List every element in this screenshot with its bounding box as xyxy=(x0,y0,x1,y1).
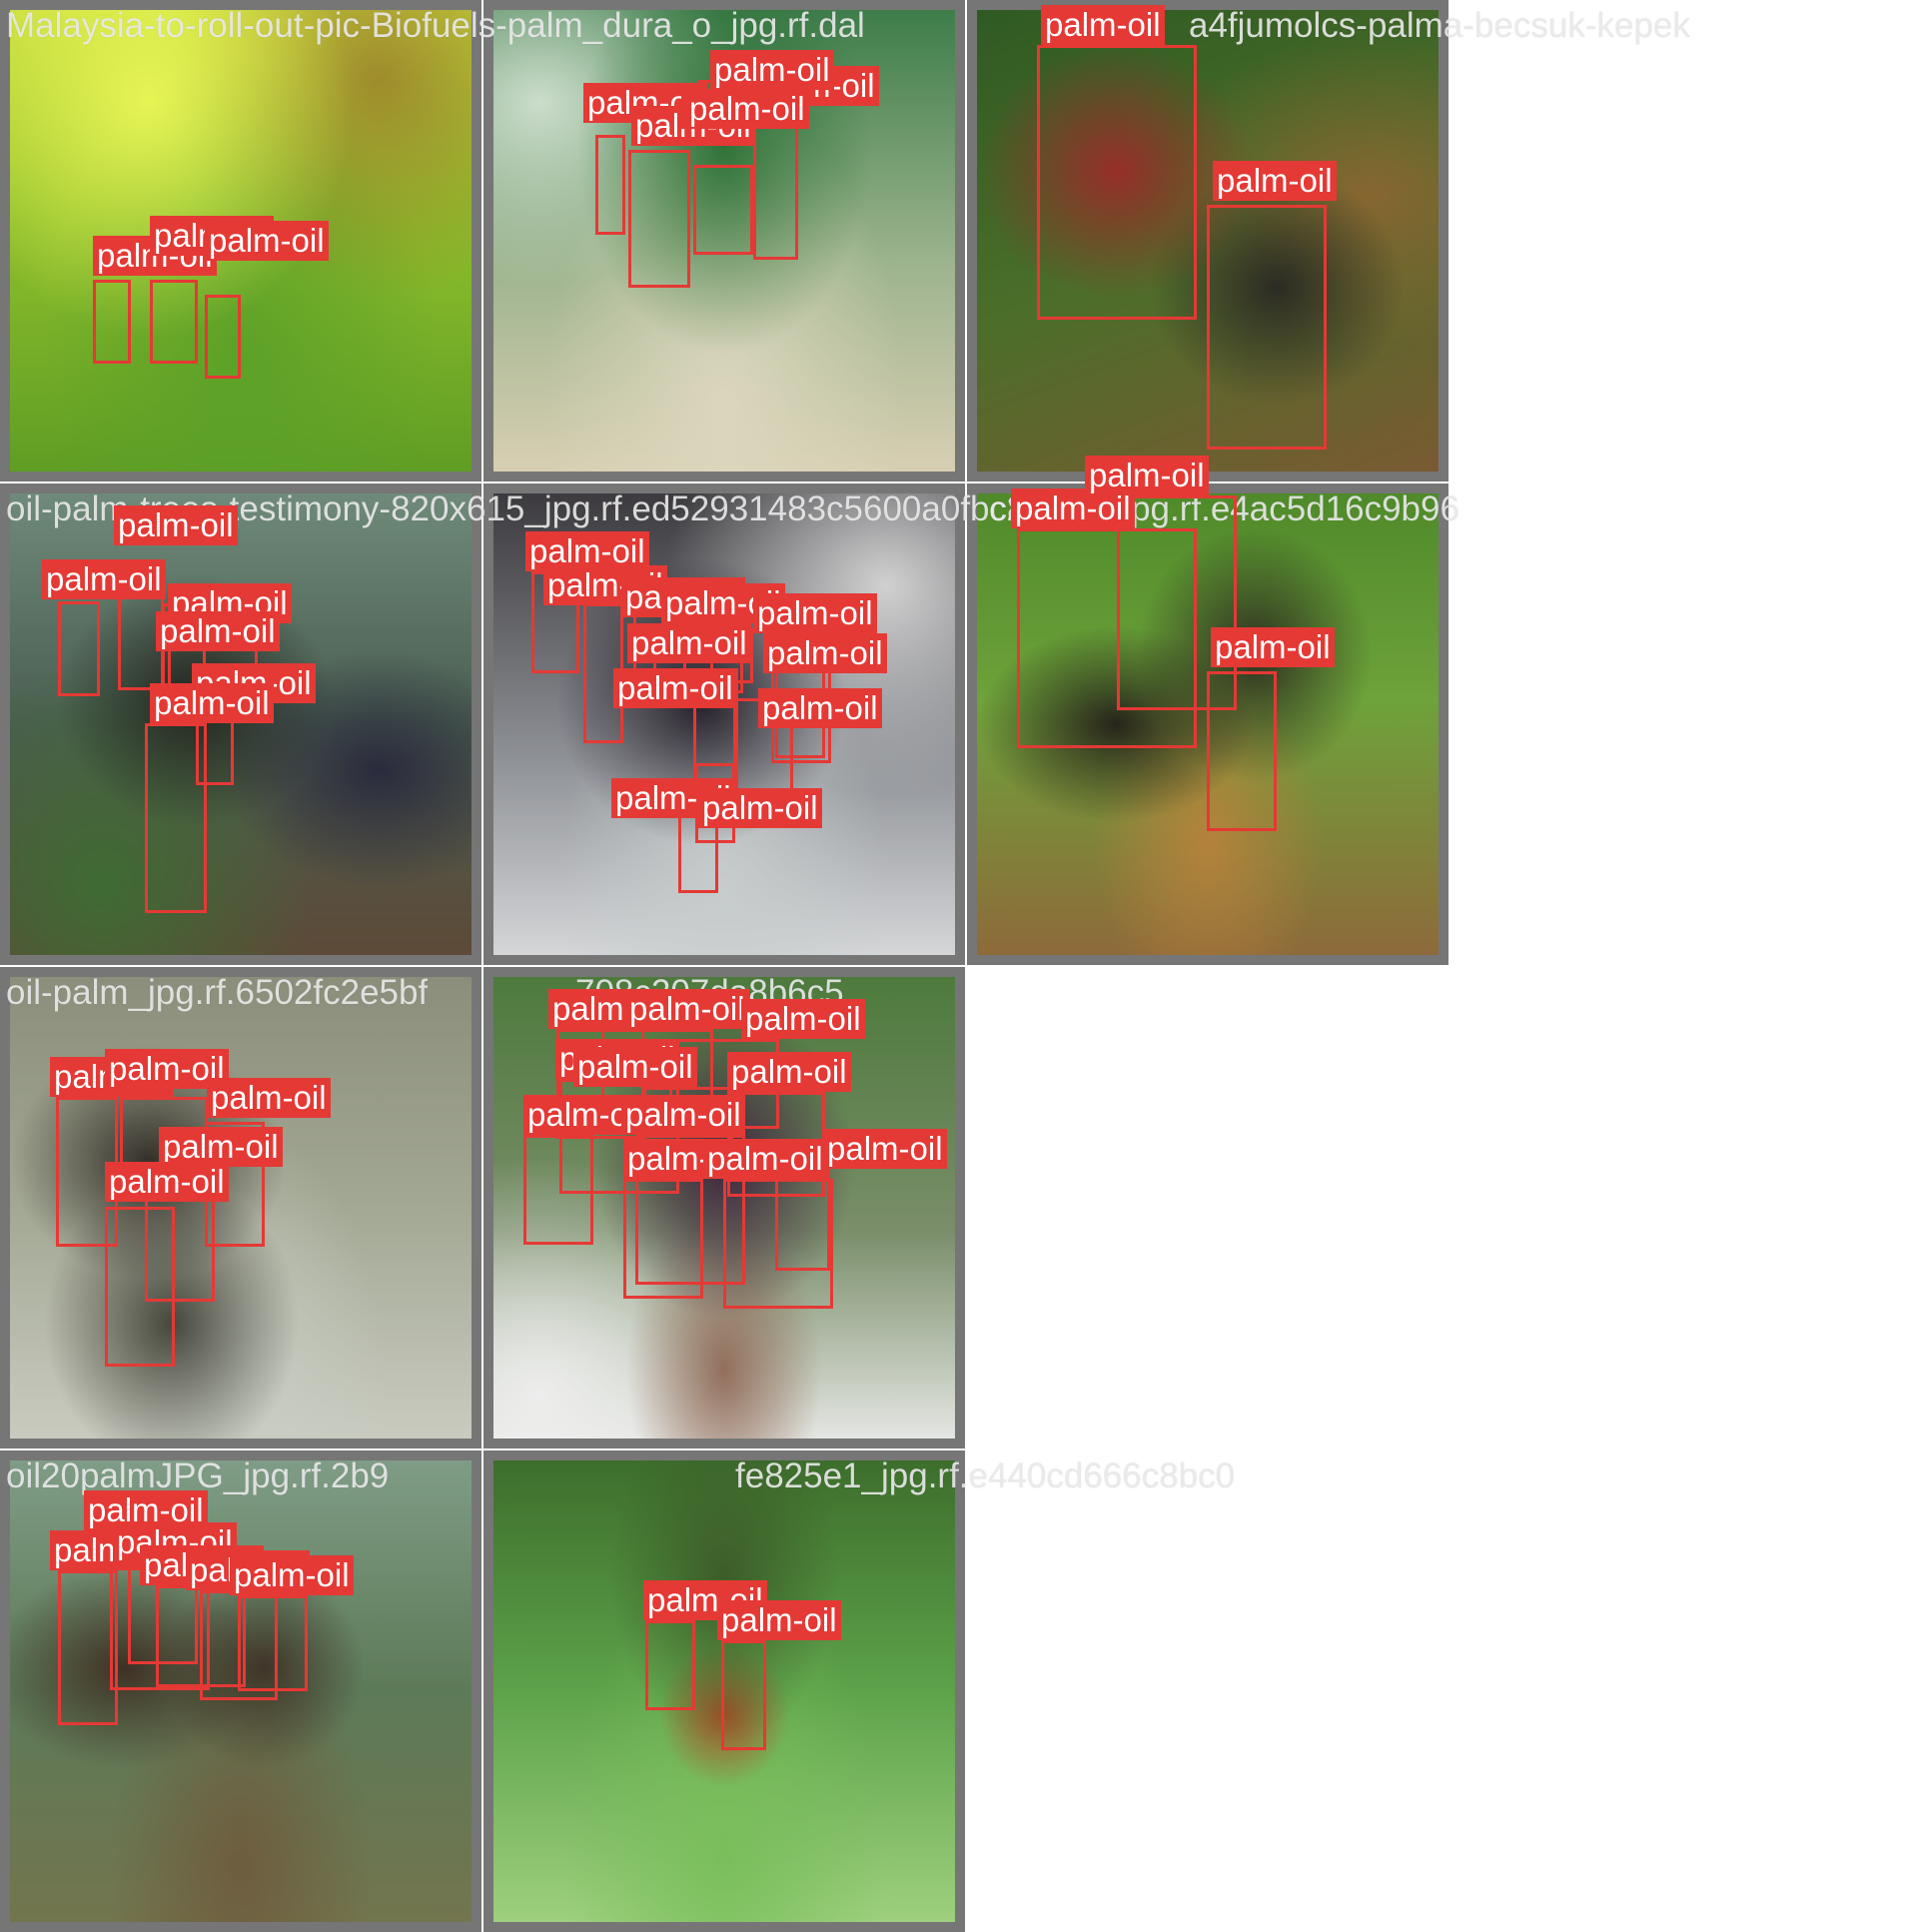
detection-box xyxy=(145,723,207,913)
detection-label: palm-oil xyxy=(758,688,882,728)
detection-label: palm-oil xyxy=(703,1139,827,1179)
detection-box xyxy=(205,295,241,379)
detection-label: palm-oil xyxy=(710,50,834,90)
detection-label: palm-oil xyxy=(625,989,749,1029)
detection-label: palm-oil xyxy=(621,1095,745,1135)
detection-box xyxy=(645,1620,695,1710)
detection-box xyxy=(150,280,198,364)
detection-label: palm-oil xyxy=(1085,456,1209,495)
detection-box xyxy=(523,1135,593,1245)
detection-label: palm-oil xyxy=(230,1555,354,1595)
detection-box xyxy=(58,1570,118,1725)
detection-label: palm-oil xyxy=(207,1078,331,1118)
detection-label: palm-oil xyxy=(727,1052,851,1092)
detection-box xyxy=(238,1595,308,1691)
detection-label: palm-oil xyxy=(613,668,737,708)
detection-label: palm-oil xyxy=(823,1129,947,1169)
detection-box xyxy=(753,120,798,260)
detection-label: palm-oil xyxy=(150,683,274,723)
detection-label: palm-oil xyxy=(685,89,809,129)
detection-label: palm-oil xyxy=(763,633,887,673)
detection-label: palm-oil xyxy=(741,999,865,1039)
detection-label: palm-oil xyxy=(573,1047,697,1087)
detection-box xyxy=(1207,671,1277,831)
detection-box xyxy=(723,1179,833,1309)
detection-box xyxy=(628,150,690,288)
detection-label: palm-oil xyxy=(717,1600,841,1640)
detection-label: palm-oil xyxy=(156,611,280,651)
detection-box xyxy=(693,165,753,255)
detection-label: palm-oil xyxy=(105,1162,229,1202)
detection-box xyxy=(623,1179,703,1299)
detection-box xyxy=(93,280,131,364)
detection-label: palm-oil xyxy=(205,221,329,261)
detection-label: palm-oil xyxy=(159,1127,283,1167)
detection-label: palm-oil xyxy=(753,593,877,633)
detection-label: palm-oil xyxy=(114,505,238,545)
detection-label: palm-oil xyxy=(1213,161,1337,201)
image-filename: fe825e1_jpg.rf.e440cd666c8bc0 xyxy=(735,1456,1236,1495)
detection-label: palm-oil xyxy=(698,788,822,828)
image-filename: a4fjumolcs-palma-becsuk-kepek xyxy=(1189,6,1690,45)
detection-box xyxy=(58,601,100,696)
detection-box xyxy=(105,1207,175,1367)
detection-label: palm-oil xyxy=(1041,5,1165,45)
image-tile xyxy=(0,483,481,965)
detection-label: palm-oil xyxy=(627,623,751,663)
detection-box xyxy=(721,1640,766,1750)
detection-box xyxy=(1207,205,1327,450)
image-filename: oil-palm_jpg.rf.6502fc2e5bf xyxy=(6,973,429,1012)
detection-label: palm-oil xyxy=(1211,627,1335,667)
detection-label: palm-oil xyxy=(42,559,166,599)
detection-mosaic: Malaysia-to-roll-out-pic-Biofuels-palm_d… xyxy=(0,0,1918,1932)
detection-box xyxy=(595,135,625,235)
image-filename: Malaysia-to-roll-out-pic-Biofuels-palm_d… xyxy=(6,6,865,45)
detection-box xyxy=(1037,45,1197,320)
